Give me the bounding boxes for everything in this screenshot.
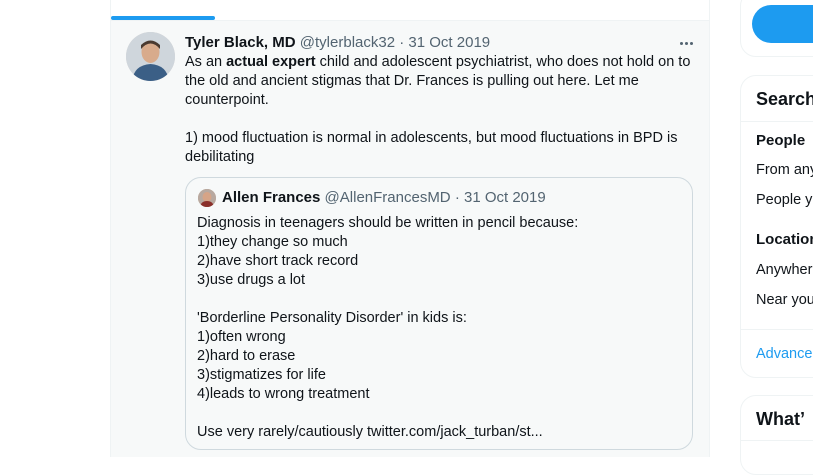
divider [741,121,813,122]
sidebar-primary-button[interactable] [752,5,813,43]
quoted-line: 'Borderline Personality Disorder' in kid… [197,310,467,326]
quoted-line: 4)leads to wrong treatment [197,386,370,402]
separator-dot: · [399,34,405,51]
quoted-line: 1)often wrong [197,329,286,345]
whats-happening-card: What’ [740,395,813,475]
active-tab-indicator [111,16,215,20]
quoted-line: 2)have short track record [197,253,359,269]
search-filters-card: Search People From any People y Location… [740,75,813,378]
location-heading: Location [756,231,813,248]
tweet-text: As an actual expert child and adolescent… [185,53,700,167]
advanced-search-link[interactable]: Advance [756,346,812,362]
author-name[interactable]: Tyler Black, MD [185,34,296,51]
whats-happening-title: What’ [756,409,805,429]
quoted-author-handle: @AllenFrancesMD [324,189,451,206]
location-option-anywhere[interactable]: Anywhere [756,262,813,278]
tweet-date[interactable]: 31 Oct 2019 [408,34,490,51]
tweet-text-intro: As an [185,54,227,70]
quoted-line: Diagnosis in teenagers should be written… [197,215,579,231]
quoted-separator-dot: · [454,189,460,206]
quoted-tweet-header: Allen Frances @AllenFrancesMD · 31 Oct 2… [222,188,546,208]
quoted-line: 3)stigmatizes for life [197,367,326,383]
tweet-text-point: 1) mood fluctuation is normal in adolesc… [185,130,678,165]
quoted-author-name: Allen Frances [222,189,321,206]
people-option-you-follow[interactable]: People y [756,192,812,208]
people-heading: People [756,132,806,149]
divider [741,440,813,441]
people-option-anyone[interactable]: From any [756,162,813,178]
quoted-line-link[interactable]: Use very rarely/cautiously twitter.com/j… [197,423,677,442]
tweet-text-bold: actual expert [226,54,316,70]
quoted-tweet-text: Diagnosis in teenagers should be written… [197,214,677,442]
more-options-icon[interactable] [676,33,696,53]
search-filters-title: Search [756,89,813,109]
author-avatar[interactable] [126,32,175,81]
author-handle[interactable]: @tylerblack32 [300,34,395,51]
quoted-line: 1)they change so much [197,234,348,250]
location-option-near-you[interactable]: Near you [756,292,813,308]
quoted-author-avatar [198,189,216,207]
quoted-line: 2)hard to erase [197,348,296,364]
tabs-strip [111,0,709,21]
quoted-line: 3)use drugs a lot [197,272,306,288]
divider [741,329,813,330]
tweet-header: Tyler Black, MD @tylerblack32 · 31 Oct 2… [185,33,490,53]
quoted-tweet-date: 31 Oct 2019 [463,189,546,206]
quoted-tweet[interactable]: Allen Frances @AllenFrancesMD · 31 Oct 2… [185,177,693,450]
